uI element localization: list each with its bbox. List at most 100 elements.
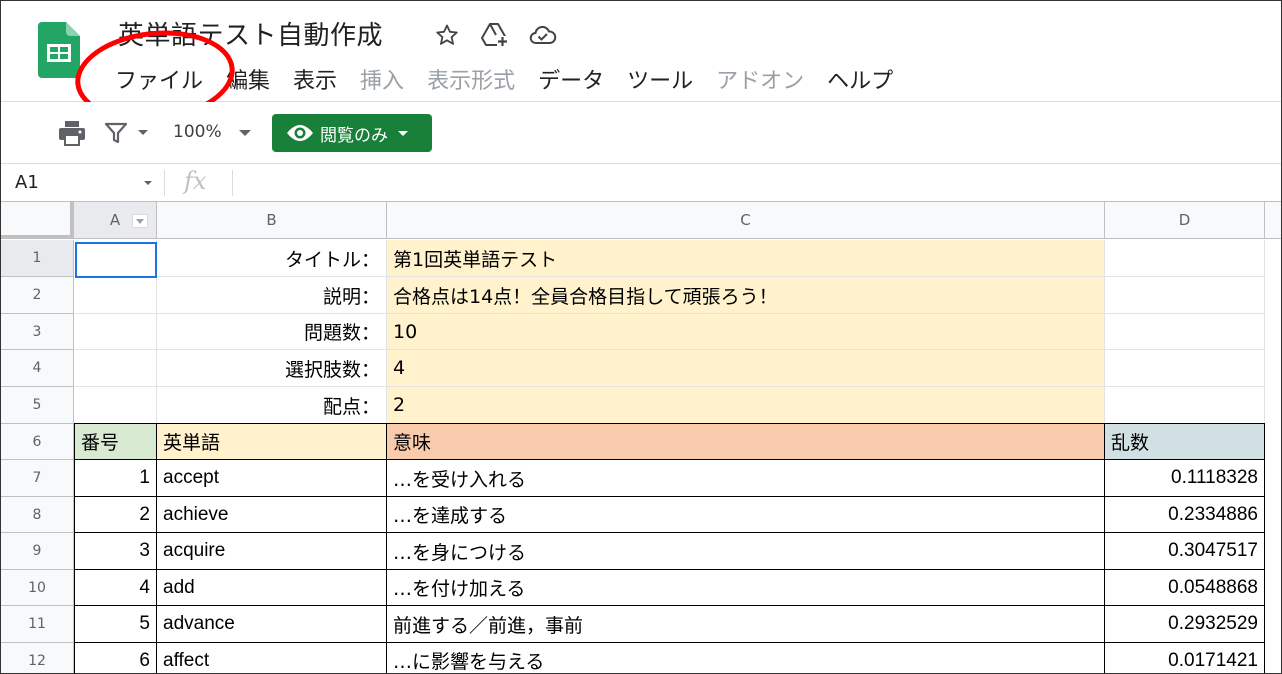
row-header[interactable]: 8: [1, 497, 74, 533]
row-header[interactable]: 12: [1, 643, 74, 673]
zoom-caret-icon[interactable]: [239, 130, 251, 136]
setting-label[interactable]: タイトル：: [157, 240, 387, 277]
menu-edit[interactable]: 編集: [226, 63, 270, 95]
cell-empty[interactable]: [75, 277, 157, 314]
menu-insert: 挿入: [360, 69, 405, 94]
menu-help[interactable]: ヘルプ: [827, 63, 893, 95]
formula-bar: A1 fx: [1, 164, 1281, 202]
setting-label[interactable]: 配点：: [157, 387, 387, 424]
row-header[interactable]: 3: [1, 314, 74, 350]
select-all-corner[interactable]: [1, 202, 74, 239]
menu-data[interactable]: データ: [538, 63, 604, 95]
cell-empty[interactable]: [1105, 277, 1265, 314]
setting-value[interactable]: 4: [387, 350, 1105, 387]
cell-empty[interactable]: [1105, 314, 1265, 350]
row-header[interactable]: 7: [1, 460, 74, 497]
view-mode-caret-icon: [398, 130, 408, 136]
word-random[interactable]: 0.0171421: [1105, 643, 1265, 673]
cell-empty[interactable]: [75, 314, 157, 350]
cell-empty[interactable]: [75, 350, 157, 387]
formula-separator: [164, 170, 165, 196]
setting-label[interactable]: 選択肢数：: [157, 350, 387, 387]
word-random[interactable]: 0.2932529: [1105, 606, 1265, 643]
star-icon[interactable]: [433, 21, 461, 49]
setting-value[interactable]: 第1回英単語テスト: [387, 240, 1105, 277]
menu-view[interactable]: 表示: [293, 63, 337, 95]
word-random[interactable]: 0.2334886: [1105, 497, 1265, 533]
menu-tools[interactable]: ツール: [627, 63, 693, 95]
word-english[interactable]: add: [157, 570, 387, 606]
row-header[interactable]: 5: [1, 387, 74, 424]
setting-value[interactable]: 10: [387, 314, 1105, 350]
header-word[interactable]: 英単語: [157, 423, 387, 460]
cell-empty[interactable]: [1105, 350, 1265, 387]
word-meaning[interactable]: …に影響を与える: [387, 643, 1105, 673]
header-number[interactable]: 番号: [74, 423, 157, 460]
fx-icon: fx: [184, 167, 207, 195]
name-box[interactable]: A1: [1, 164, 161, 202]
word-meaning[interactable]: …を受け入れる: [387, 460, 1105, 497]
formula-input[interactable]: [251, 164, 1281, 202]
word-english[interactable]: achieve: [157, 497, 387, 533]
word-meaning[interactable]: …を達成する: [387, 497, 1105, 533]
word-meaning[interactable]: 前進する／前進，事前: [387, 606, 1105, 643]
print-icon[interactable]: [58, 120, 86, 146]
word-random[interactable]: 0.3047517: [1105, 533, 1265, 570]
row-header[interactable]: 1: [1, 240, 74, 277]
word-number[interactable]: 6: [74, 643, 157, 673]
filter-dropdown-caret-icon[interactable]: [138, 130, 148, 135]
cell-empty[interactable]: [75, 387, 157, 424]
sheets-logo-icon[interactable]: [38, 22, 80, 78]
word-number[interactable]: 5: [74, 606, 157, 643]
toolbar: 100% 閲覧のみ: [1, 102, 1281, 164]
row-header[interactable]: 4: [1, 350, 74, 387]
cell-empty[interactable]: [1105, 387, 1265, 424]
formula-separator: [232, 170, 233, 196]
word-meaning[interactable]: …を付け加える: [387, 570, 1105, 606]
app-header: 英単語テスト自動作成 ファイル 編集 表示 挿入 表示形式 データ ツール アド…: [1, 1, 1281, 130]
column-filter-icon[interactable]: [132, 214, 148, 228]
word-english[interactable]: acquire: [157, 533, 387, 570]
filter-icon[interactable]: [104, 121, 128, 145]
cell-a1[interactable]: [75, 240, 157, 277]
word-english[interactable]: advance: [157, 606, 387, 643]
menu-format: 表示形式: [427, 69, 516, 94]
column-header-e[interactable]: [1265, 202, 1281, 239]
setting-label[interactable]: 問題数：: [157, 314, 387, 350]
setting-value[interactable]: 2: [387, 387, 1105, 424]
word-english[interactable]: accept: [157, 460, 387, 497]
word-english[interactable]: affect: [157, 643, 387, 673]
word-number[interactable]: 3: [74, 533, 157, 570]
column-header-b[interactable]: B: [157, 202, 387, 239]
zoom-select[interactable]: 100%: [173, 122, 222, 142]
row-header[interactable]: 6: [1, 424, 74, 460]
menu-addons: アドオン: [716, 69, 805, 94]
row-header[interactable]: 11: [1, 606, 74, 643]
word-number[interactable]: 2: [74, 497, 157, 533]
header-meaning[interactable]: 意味: [387, 423, 1105, 460]
menu-bar: ファイル 編集 表示 挿入 表示形式 データ ツール アドオン ヘルプ: [115, 63, 916, 95]
name-box-caret-icon[interactable]: [144, 181, 152, 185]
row-header[interactable]: 2: [1, 277, 74, 314]
word-random[interactable]: 0.0548868: [1105, 570, 1265, 606]
view-only-button[interactable]: 閲覧のみ: [272, 114, 432, 152]
setting-value[interactable]: 合格点は14点！全員合格目指して頑張ろう！: [387, 277, 1105, 314]
word-number[interactable]: 1: [74, 460, 157, 497]
word-random[interactable]: 0.1118328: [1105, 460, 1265, 497]
menu-file[interactable]: ファイル: [115, 63, 203, 95]
document-title[interactable]: 英単語テスト自動作成: [118, 15, 383, 52]
cell-empty[interactable]: [1105, 240, 1265, 277]
column-header-c[interactable]: C: [387, 202, 1105, 239]
row-header[interactable]: 10: [1, 570, 74, 606]
spreadsheet-window: 英単語テスト自動作成 ファイル 編集 表示 挿入 表示形式 データ ツール アド…: [0, 0, 1282, 674]
view-only-label: 閲覧のみ: [320, 125, 388, 146]
cloud-saved-icon[interactable]: [529, 21, 557, 49]
move-to-drive-icon[interactable]: [481, 21, 509, 49]
word-meaning[interactable]: …を身につける: [387, 533, 1105, 570]
column-header-d[interactable]: D: [1105, 202, 1265, 239]
header-random[interactable]: 乱数: [1105, 423, 1265, 460]
row-header[interactable]: 9: [1, 533, 74, 570]
column-header-a[interactable]: A: [74, 202, 157, 239]
word-number[interactable]: 4: [74, 570, 157, 606]
setting-label[interactable]: 説明：: [157, 277, 387, 314]
